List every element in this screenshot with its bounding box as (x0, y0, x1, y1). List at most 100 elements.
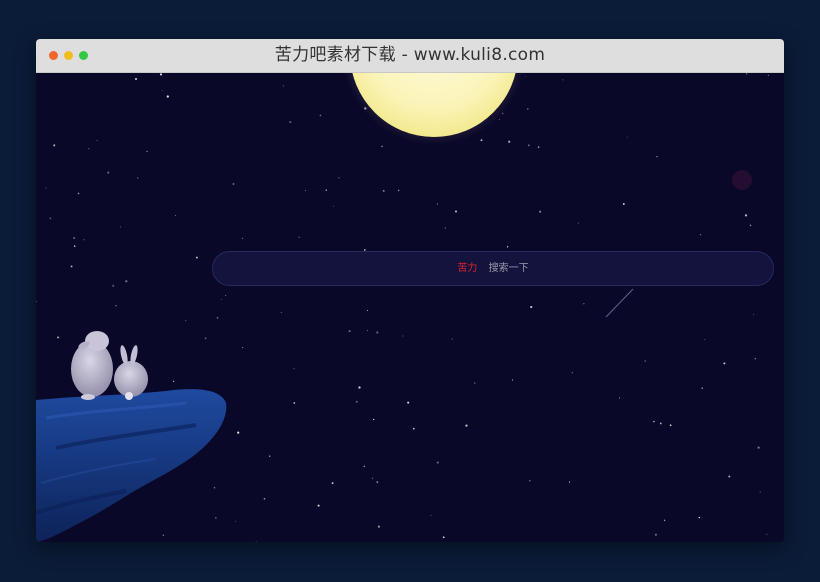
star (430, 514, 432, 516)
star (529, 480, 531, 482)
star (539, 210, 542, 213)
star (754, 358, 756, 360)
star (88, 148, 90, 150)
distant-planet (732, 170, 752, 190)
star (759, 491, 761, 493)
star (174, 215, 176, 217)
star (225, 294, 227, 296)
star (577, 222, 579, 224)
star (107, 171, 110, 174)
star (511, 379, 514, 381)
star (77, 192, 80, 195)
star (333, 205, 334, 207)
star (442, 536, 445, 539)
star (293, 402, 296, 404)
star (125, 280, 128, 283)
star (527, 108, 529, 110)
star (704, 339, 706, 341)
star (96, 139, 98, 142)
star (376, 481, 379, 483)
star (159, 73, 163, 76)
star (146, 150, 148, 153)
search-bar[interactable]: 苦力 搜索一下 (212, 251, 774, 286)
star (242, 347, 244, 349)
star (473, 382, 476, 384)
star (304, 189, 307, 192)
star (363, 465, 366, 467)
star (663, 519, 666, 522)
star (161, 90, 163, 91)
star (282, 85, 284, 87)
star (618, 397, 621, 399)
star (358, 386, 361, 389)
star (382, 189, 385, 192)
window-title: 苦力吧素材下载 - www.kuli8.com (274, 45, 546, 65)
star (232, 183, 235, 185)
star (753, 313, 755, 315)
star (377, 525, 381, 528)
star (373, 418, 375, 421)
star (319, 114, 322, 117)
star (444, 227, 446, 229)
scene-illustration (36, 73, 769, 542)
star (402, 335, 404, 337)
shooting-star (605, 288, 634, 318)
star (436, 461, 439, 464)
star (289, 121, 292, 124)
star (185, 319, 187, 322)
star (166, 95, 169, 98)
star (115, 305, 117, 307)
star (451, 338, 453, 340)
star (698, 516, 701, 519)
window-titlebar: 苦力吧素材下载 - www.kuli8.com (36, 39, 784, 73)
search-input-placeholder[interactable]: 搜索一下 (489, 263, 529, 274)
star (506, 246, 509, 248)
star (728, 475, 731, 478)
moon (352, 73, 516, 137)
star (568, 481, 571, 483)
star (53, 144, 56, 147)
star (699, 234, 702, 236)
star (204, 337, 207, 340)
star (376, 331, 379, 334)
rabbit-left (71, 331, 113, 400)
star (669, 424, 672, 427)
star (407, 401, 410, 404)
star (325, 189, 327, 191)
star (723, 362, 726, 365)
star (749, 224, 752, 227)
star (112, 284, 115, 287)
star (45, 187, 47, 189)
star (381, 145, 383, 148)
star (644, 360, 647, 362)
star (215, 517, 217, 519)
star (173, 380, 175, 382)
star (73, 237, 75, 239)
star (57, 336, 59, 339)
star (626, 136, 628, 138)
star (656, 156, 658, 158)
star (280, 311, 282, 313)
star (659, 422, 662, 425)
star (530, 305, 533, 309)
star (767, 74, 769, 76)
star (317, 504, 320, 507)
star (216, 316, 219, 319)
star (162, 534, 165, 537)
star (136, 177, 139, 179)
star (622, 202, 625, 205)
star (571, 372, 573, 374)
star (83, 239, 85, 241)
star (255, 540, 257, 542)
star (412, 427, 415, 430)
star (221, 299, 222, 300)
star (135, 78, 137, 80)
star (355, 400, 358, 403)
star (367, 310, 368, 311)
star (766, 533, 768, 535)
star (527, 144, 530, 147)
star (36, 300, 37, 303)
star (237, 431, 240, 434)
star (49, 217, 52, 220)
star (499, 119, 500, 121)
